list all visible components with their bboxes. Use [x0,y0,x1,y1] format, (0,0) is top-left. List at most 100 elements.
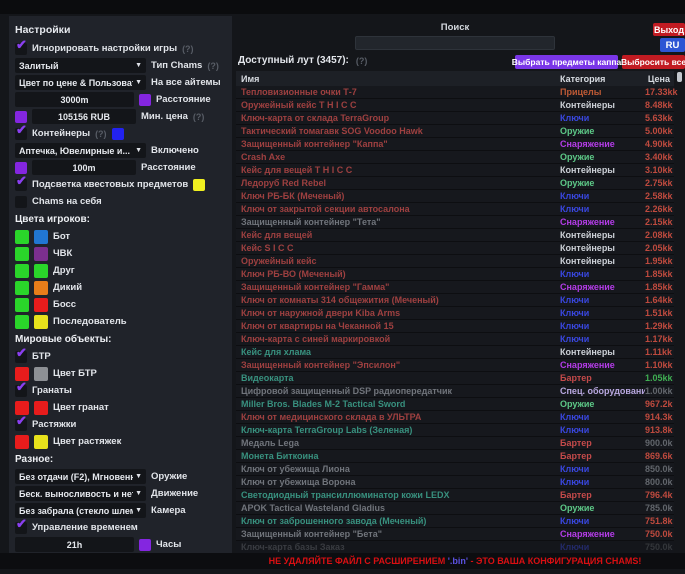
setting-label: Дикий [53,282,82,293]
loot-table-row[interactable]: Тактический томагавк SOG Voodoo HawkОруж… [236,125,674,138]
loot-table-row[interactable]: Ключ-карта с синей маркировкойКлючи1.17k… [236,333,674,346]
checkbox[interactable]: ✔ [15,522,27,534]
loot-table-row[interactable]: Защищенный контейнер "Тета"Снаряжение2.1… [236,216,674,229]
loot-table-row[interactable]: Монета БиткоинаБартер869.6k [236,450,674,463]
text-input[interactable]: 100m [32,160,136,175]
dropdown-value: Беск. выносливость и нет уста [19,489,133,499]
color-swatch[interactable] [34,230,48,244]
scrollbar[interactable] [677,72,682,82]
color-swatch[interactable] [34,281,48,295]
loot-table-row[interactable]: ВидеокартаБартер1.05kk [236,372,674,385]
loot-table-row[interactable]: Ключ РБ-БК (Меченый)Ключи2.58kk [236,190,674,203]
checkbox[interactable]: ✔ [15,385,27,397]
color-swatch[interactable] [34,435,48,449]
settings-row-checkbox: ✔Игнорировать настройки игры(?) [15,40,227,57]
select-kappa-items-button[interactable]: Выбрать предметы каппа [515,55,618,69]
checkbox[interactable]: ✔ [15,128,27,140]
checkbox[interactable]: ✔ [15,43,27,55]
color-swatch[interactable] [15,264,29,278]
loot-table-row[interactable]: Miller Bros. Blades M-2 Tactical SwordОр… [236,398,674,411]
loot-table-row[interactable]: Светодиодный трансиллюминатор кожи LEDXБ… [236,489,674,502]
color-swatch[interactable] [112,128,124,140]
dropdown[interactable]: Беск. выносливость и нет уста▼ [15,486,146,501]
loot-table-row[interactable]: Защищенный контейнер "Бета"Снаряжение750… [236,528,674,541]
loot-table-row[interactable]: Оружейный кейсКонтейнеры1.95kk [236,255,674,268]
loot-item-name: Ключ от заброшенного завода (Меченый) [236,516,560,526]
text-input[interactable]: 3000m [15,92,134,107]
loot-table-row[interactable]: APOK Tactical Wasteland GladiusОружие785… [236,502,674,515]
loot-item-name: Ледоруб Red Rebel [236,178,560,188]
color-swatch[interactable] [15,315,29,329]
loot-table-row[interactable]: Ключ от медицинского склада в УЛЬТРАКлюч… [236,411,674,424]
loot-table-row[interactable]: Ключ от убежища ВоронаКлючи800.0k [236,476,674,489]
hint-icon: (?) [193,112,205,122]
checkbox[interactable] [15,196,27,208]
dropdown[interactable]: Без забрала (стекло шлема)▼ [15,503,146,518]
loot-item-price: 3.10kk [645,165,677,175]
color-swatch[interactable] [15,281,29,295]
loot-table-row[interactable]: Защищенный контейнер "Гамма"Снаряжение1.… [236,281,674,294]
loot-table-row[interactable]: Тепловизионные очки Т-7Прицелы17.33kk [236,86,674,99]
exit-button[interactable]: Выход [653,23,685,36]
checkbox[interactable]: ✔ [15,179,27,191]
color-swatch[interactable] [34,264,48,278]
setting-label: Цвет растяжек [53,436,121,447]
dropdown[interactable]: Без отдачи (F2), Мгновенное п▼ [15,469,146,484]
search-input[interactable] [355,36,555,50]
loot-item-name: Miller Bros. Blades M-2 Tactical Sword [236,399,560,409]
dropdown[interactable]: Аптечка, Ювелирные и...▼ [15,143,146,158]
loot-item-category: Оружие [560,126,645,136]
loot-table-row[interactable]: Ключ РБ-ВО (Меченый)Ключи1.85kk [236,268,674,281]
color-swatch[interactable] [15,298,29,312]
color-swatch[interactable] [34,315,48,329]
loot-table-row[interactable]: Ключ-карта TerraGroup Labs (Зеленая)Ключ… [236,424,674,437]
dropdown[interactable]: Залитый▼ [15,58,146,73]
settings-row-input: 100mРасстояние [15,159,227,176]
settings-row-checkbox: ✔Контейнеры(?) [15,125,227,142]
loot-table-row[interactable]: Цифровой защищенный DSP радиопередатчикС… [236,385,674,398]
loot-table-row[interactable]: Ключ от заброшенного завода (Меченый)Клю… [236,515,674,528]
loot-table-row[interactable]: Ключ от комнаты 314 общежития (Меченый)К… [236,294,674,307]
loot-table-row[interactable]: Оружейный кейс T H I C CКонтейнеры8.48kk [236,99,674,112]
loot-table-row[interactable]: Кейс для хламаКонтейнеры1.11kk [236,346,674,359]
loot-table-row[interactable]: Защищенный контейнер "Эпсилон"Снаряжение… [236,359,674,372]
color-swatch[interactable] [34,401,48,415]
color-swatch[interactable] [193,179,205,191]
color-swatch[interactable] [15,435,29,449]
text-input[interactable]: 21h [15,537,134,552]
loot-table-row[interactable]: Медаль LegaБартер900.0k [236,437,674,450]
settings-row-colorpair: ЧВК [15,245,227,262]
discard-all-button[interactable]: Выбросить все [622,55,685,69]
color-swatch[interactable] [139,94,151,106]
loot-table-row[interactable]: Ледоруб Red RebelОружие2.75kk [236,177,674,190]
loot-table-row[interactable]: Ключ от убежища ЛионаКлючи850.0k [236,463,674,476]
color-swatch[interactable] [34,247,48,261]
loot-item-category: Оружие [560,178,645,188]
loot-item-name: Защищенный контейнер "Бета" [236,529,560,539]
loot-table-row[interactable]: Кейс S I C CКонтейнеры2.05kk [236,242,674,255]
loot-table-row[interactable]: Ключ от закрытой секции автосалонаКлючи2… [236,203,674,216]
loot-table-row[interactable]: Защищенный контейнер "Каппа"Снаряжение4.… [236,138,674,151]
text-input[interactable]: 105156 RUB [32,109,136,124]
color-swatch[interactable] [139,539,151,551]
loot-table-row[interactable]: Кейс для вещей T H I C CКонтейнеры3.10kk [236,164,674,177]
loot-item-name: Медаль Lega [236,438,560,448]
color-swatch[interactable] [15,230,29,244]
settings-row-colorpair: Бот [15,228,227,245]
loot-table-row[interactable]: Кейс для вещейКонтейнеры2.08kk [236,229,674,242]
color-swatch[interactable] [34,298,48,312]
color-swatch[interactable] [34,367,48,381]
loot-table-row[interactable]: Ключ от квартиры на Чеканной 15Ключи1.29… [236,320,674,333]
color-swatch[interactable] [15,162,27,174]
setting-label: Мин. цена [141,111,188,122]
loot-table-row[interactable]: Crash AxeОружие3.40kk [236,151,674,164]
language-button[interactable]: RU [660,38,685,52]
loot-table-row[interactable]: Ключ от наружной двери Kiba ArmsКлючи1.5… [236,307,674,320]
checkbox[interactable]: ✔ [15,419,27,431]
warning-filename: '.bin' [448,556,468,566]
color-swatch[interactable] [15,111,27,123]
loot-table-row[interactable]: Ключ-карта от склада TerraGroupКлючи5.63… [236,112,674,125]
color-swatch[interactable] [15,247,29,261]
checkbox[interactable]: ✔ [15,351,27,363]
dropdown[interactable]: Цвет по цене & Пользователь▼ [15,75,146,90]
